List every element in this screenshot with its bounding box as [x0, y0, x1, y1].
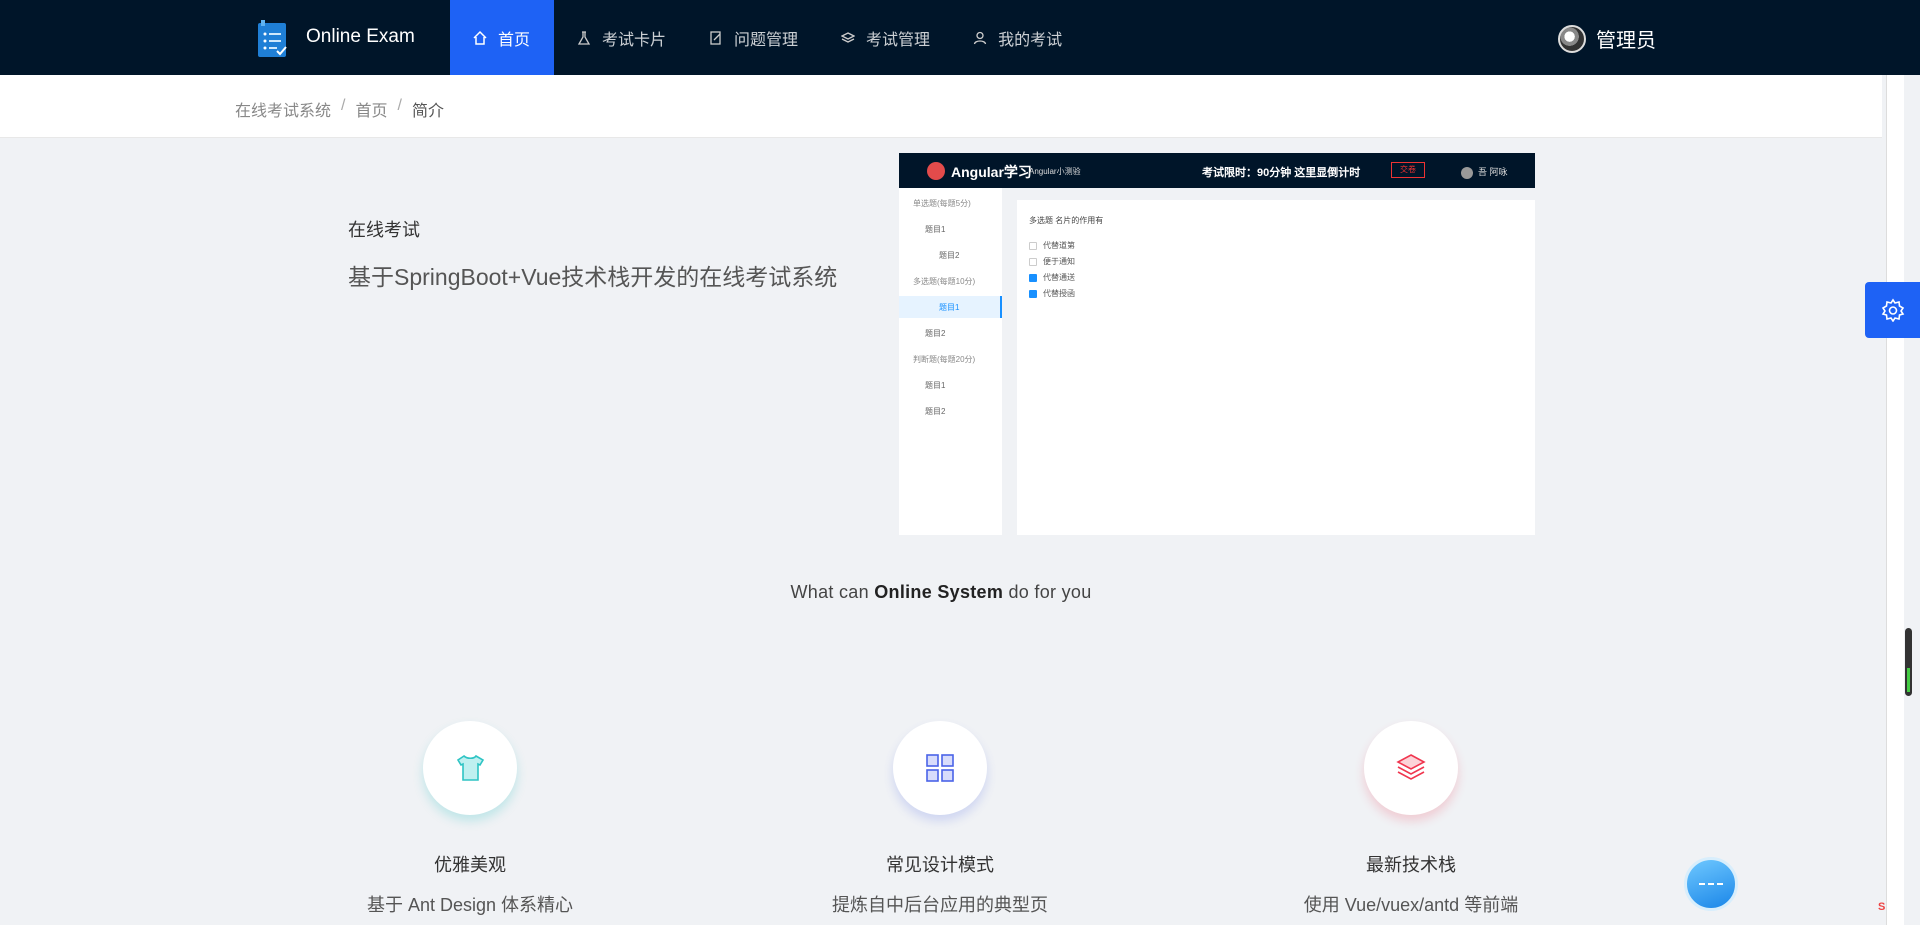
breadcrumb-item-current: 简介 — [411, 103, 444, 120]
user-menu[interactable]: 管理员 — [1558, 24, 1656, 53]
preview-title: Angular学习 — [951, 164, 1032, 180]
preview-sidebar-item: 题目1 — [925, 225, 946, 234]
heading-suffix: do for you — [1003, 582, 1092, 602]
user-icon — [972, 30, 988, 46]
nav-label: 考试卡片 — [602, 31, 667, 49]
intro-description: 基于SpringBoot+Vue技术栈开发的在线考试系统 — [348, 264, 838, 290]
stack-icon — [1364, 721, 1458, 815]
scrollbar-thumb[interactable] — [1905, 628, 1912, 696]
heading-emphasis: Online System — [874, 582, 1004, 602]
section-heading: What can Online System do for you — [0, 582, 1882, 603]
preview-sidebar-item: 题目2 — [939, 251, 960, 260]
preview-image: Angular学习 Angular小测验 考试限时：90分钟 这里显倒计时 交卷… — [899, 153, 1535, 535]
feature-description: 使用 Vue/vuex/antd 等前端 — [1303, 895, 1519, 915]
nav-item-home[interactable]: 首页 — [450, 0, 555, 75]
feature-card-tech-stack: 最新技术栈 使用 Vue/vuex/antd 等前端 — [1261, 721, 1561, 917]
nav-label: 我的考试 — [998, 31, 1063, 49]
preview-timer: 考试限时：90分钟 这里显倒计时 — [1202, 167, 1361, 179]
input-method-icon: S — [1878, 901, 1886, 913]
exam-logo-icon[interactable] — [257, 20, 289, 58]
option-label: 便于通知 — [1043, 257, 1075, 266]
feature-title: 优雅美观 — [434, 855, 506, 875]
appstore-icon — [893, 721, 987, 815]
preview-option: 代替通送 — [1029, 272, 1075, 283]
feature-title: 最新技术栈 — [1366, 855, 1456, 875]
option-label: 代替授函 — [1043, 289, 1075, 298]
top-header: Online Exam 首页 考试卡片 问题管理 考试管理 我的考试 管理员 — [0, 0, 1920, 75]
user-name: 管理员 — [1596, 30, 1656, 52]
breadcrumb-separator: / — [341, 97, 346, 114]
preview-option: 便于通知 — [1029, 256, 1075, 267]
preview-question-panel: 多选题 名片的作用有 代替道第 便于通知 代替通送 代替授函 — [1017, 200, 1535, 535]
breadcrumb-item-home[interactable]: 首页 — [355, 97, 387, 121]
preview-logo-icon — [927, 162, 945, 180]
edit-document-icon — [708, 30, 724, 46]
preview-sidebar-item: 题目1 — [925, 381, 946, 390]
home-icon — [472, 30, 488, 46]
checkbox-checked-icon — [1029, 273, 1037, 282]
feature-card-elegant: 优雅美观 基于 Ant Design 体系精心 — [320, 721, 620, 917]
floating-action-button[interactable] — [1684, 857, 1738, 911]
avatar — [1558, 24, 1586, 53]
nav-item-exam-management[interactable]: 考试管理 — [818, 0, 950, 75]
preview-option: 代替道第 — [1029, 240, 1075, 251]
preview-sidebar-item: 题目1 — [939, 303, 960, 312]
app-title[interactable]: Online Exam — [306, 26, 415, 48]
option-label: 代替道第 — [1043, 241, 1075, 250]
nav-label: 问题管理 — [734, 31, 799, 49]
shirt-icon — [423, 721, 517, 815]
preview-user: 吾 阿咏 — [1461, 165, 1508, 179]
preview-sidebar-group: 单选题(每题5分) — [913, 199, 971, 208]
gear-icon — [1881, 298, 1904, 322]
checkbox-icon — [1029, 257, 1037, 266]
breadcrumb-item-root[interactable]: 在线考试系统 — [235, 97, 331, 121]
preview-submit-button: 交卷 — [1391, 162, 1425, 178]
main-nav: 首页 考试卡片 问题管理 考试管理 我的考试 — [450, 0, 1082, 75]
nav-label: 首页 — [498, 31, 531, 49]
checkbox-icon — [1029, 241, 1037, 250]
preview-sidebar-item: 题目2 — [925, 329, 946, 338]
preview-sidebar-group: 判断题(每题20分) — [913, 355, 976, 364]
nav-label: 考试管理 — [866, 31, 931, 49]
breadcrumb-separator: / — [397, 97, 402, 114]
option-label: 代替通送 — [1043, 273, 1075, 282]
heading-prefix: What can — [790, 582, 875, 602]
scrollbar-track[interactable] — [1886, 75, 1904, 925]
feature-description: 提炼自中后台应用的典型页 — [832, 895, 1048, 915]
preview-question: 多选题 名片的作用有 — [1029, 216, 1104, 225]
preview-sidebar-item: 题目2 — [925, 407, 946, 416]
nav-item-exam-cards[interactable]: 考试卡片 — [554, 0, 686, 75]
feature-title: 常见设计模式 — [886, 855, 994, 875]
preview-subtitle: Angular小测验 — [1029, 167, 1081, 176]
nav-item-my-exams[interactable]: 我的考试 — [950, 0, 1082, 75]
preview-option: 代替授函 — [1029, 288, 1075, 299]
breadcrumb-bar: 在线考试系统 / 首页 / 简介 — [0, 75, 1882, 138]
preview-header: Angular学习 Angular小测验 考试限时：90分钟 这里显倒计时 交卷… — [899, 153, 1535, 188]
nav-item-question-management[interactable]: 问题管理 — [686, 0, 818, 75]
layers-icon — [840, 30, 856, 46]
feature-card-patterns: 常见设计模式 提炼自中后台应用的典型页 — [790, 721, 1090, 917]
breadcrumb: 在线考试系统 / 首页 / 简介 — [235, 97, 444, 121]
settings-button[interactable] — [1865, 282, 1920, 338]
intro-title: 在线考试 — [348, 220, 420, 240]
feature-description: 基于 Ant Design 体系精心 — [366, 895, 574, 915]
preview-sidebar: 单选题(每题5分) 题目1 题目2 多选题(每题10分) 题目1 题目2 判断题… — [899, 188, 1002, 535]
checkbox-checked-icon — [1029, 289, 1037, 298]
experiment-icon — [576, 30, 592, 46]
preview-sidebar-group: 多选题(每题10分) — [913, 277, 976, 286]
